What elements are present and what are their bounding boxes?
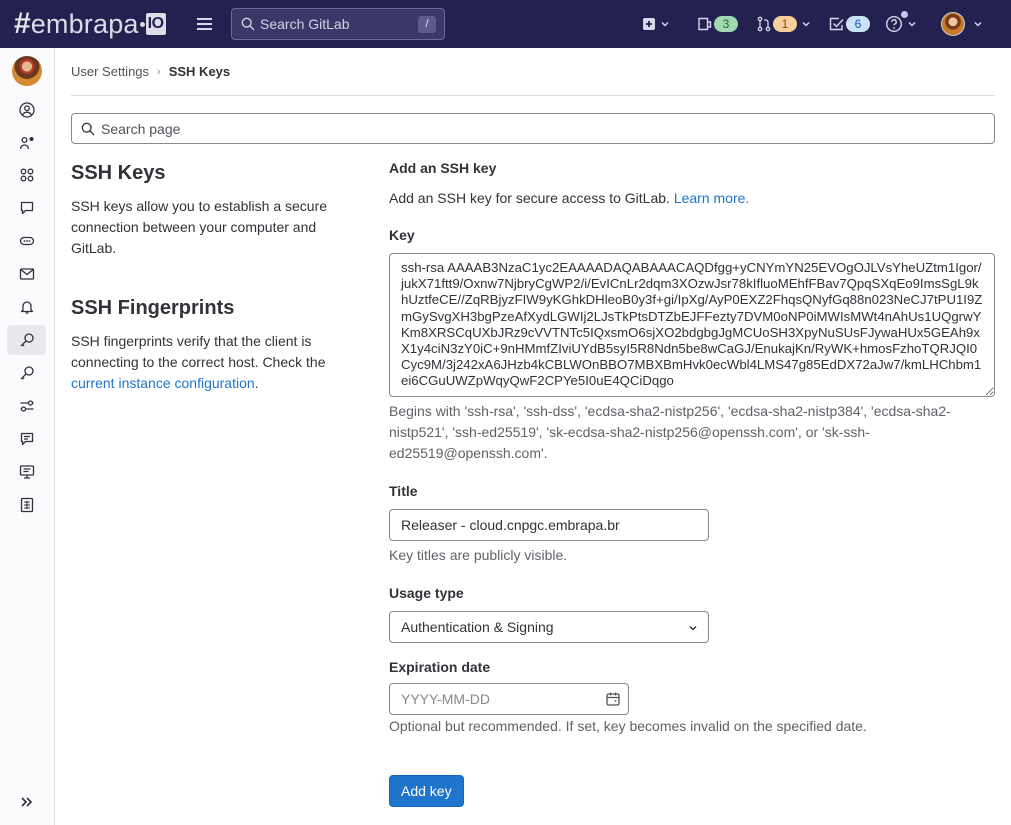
sidebar-item-profile[interactable] [7,95,46,125]
key-help-text: Begins with 'ssh-rsa', 'ssh-dss', 'ecdsa… [389,403,951,461]
sidebar-avatar[interactable] [12,56,42,86]
sidebar-item-authentication-log[interactable] [7,490,46,520]
settings-sidebar [0,48,55,825]
fingerprints-period: . [254,375,259,391]
brand-logo[interactable]: # embrapa IO [14,7,166,40]
ssh-keys-description: SSH keys allow you to establish a secure… [71,198,328,256]
create-new-button[interactable] [642,13,670,35]
token-icon [19,236,34,246]
top-navbar: # embrapa IO Search GitLab / 3 1 6 [0,0,1011,48]
global-search-input[interactable]: Search GitLab / [231,8,445,40]
logo-badge: IO [145,13,166,35]
issues-count-badge: 3 [714,16,738,32]
breadcrumb-user-settings[interactable]: User Settings [71,64,149,79]
user-settings-icon [19,136,33,150]
chevron-down-icon [802,22,810,27]
form-description: Add an SSH key for secure access to GitL… [389,188,749,208]
breadcrumb: User Settings › SSH Keys [71,64,230,79]
preferences-icon [20,400,33,412]
expiration-help-text: Optional but recommended. If set, key be… [389,718,867,734]
sidebar-item-applications[interactable] [7,160,46,190]
notification-dot [901,11,908,18]
learn-more-link[interactable]: Learn more. [674,190,749,206]
expiration-date-label: Expiration date [389,659,491,675]
chevron-down-icon [974,22,982,27]
todos-button[interactable]: 6 [829,13,870,35]
divider [71,95,995,96]
key-label: Key [389,227,415,243]
chevron-right-icon: › [157,65,161,78]
key-textarea[interactable] [389,253,995,397]
chevron-down-icon [661,22,669,27]
sidebar-item-notifications[interactable] [7,292,46,322]
sidebar-item-access-tokens[interactable] [7,226,46,256]
sidebar-item-emails[interactable] [7,259,46,289]
instance-configuration-link[interactable]: current instance configuration [71,375,255,391]
user-circle-icon [18,102,35,118]
search-icon [81,122,95,135]
fingerprints-description: SSH fingerprints verify that the client … [71,331,351,394]
fingerprints-section: SSH Fingerprints SSH fingerprints verify… [71,295,351,394]
sidebar-item-chat[interactable] [7,193,46,223]
mail-icon [19,268,34,280]
question-circle-icon [885,15,903,33]
intro-section: SSH Keys SSH keys allow you to establish… [71,160,351,391]
comment-icon [20,201,33,215]
todos-count-badge: 6 [846,16,870,32]
merge-request-icon [757,16,771,32]
logo-dot [139,21,145,27]
plus-square-icon [643,18,655,30]
user-menu-button[interactable] [941,12,983,36]
title-label: Title [389,483,418,499]
sidebar-item-comment-templates[interactable] [7,424,46,454]
usage-type-label: Usage type [389,585,464,601]
fingerprints-text: SSH fingerprints verify that the client … [71,333,326,370]
usage-type-select[interactable]: Authentication & Signing [389,611,709,643]
calendar-icon[interactable] [605,691,621,707]
key-icon [20,333,34,347]
form-heading: Add an SSH key [389,160,497,176]
expand-sidebar-icon[interactable] [18,793,36,811]
usage-type-value: Authentication & Signing [401,619,554,635]
breadcrumb-current[interactable]: SSH Keys [169,64,230,79]
monitor-icon [19,465,34,479]
comment-lines-icon [20,432,33,446]
title-input[interactable] [389,509,709,541]
expiration-date-input[interactable] [389,683,629,715]
search-placeholder: Search GitLab [260,16,350,32]
title-help-text: Key titles are publicly visible. [389,547,568,563]
todo-checkbox-icon [829,17,844,31]
sidebar-item-preferences[interactable] [7,391,46,421]
merge-requests-count-badge: 1 [773,16,797,32]
page-search-field[interactable] [71,113,995,144]
issues-button[interactable]: 3 [697,13,738,35]
sidebar-item-active-sessions[interactable] [7,457,46,487]
log-icon [20,497,33,513]
form-description-text: Add an SSH key for secure access to GitL… [389,190,674,206]
page-search-input[interactable] [101,120,981,137]
sidebar-item-ssh-keys[interactable] [7,325,46,355]
logo-word: embrapa [30,9,139,39]
merge-requests-button[interactable]: 1 [756,13,811,35]
help-button[interactable] [885,11,917,35]
sidebar-item-gpg-keys[interactable] [7,358,46,388]
sidebar-item-account[interactable] [7,128,46,158]
bell-icon [20,301,33,314]
key-icon [20,366,34,380]
hamburger-menu-icon[interactable] [195,15,215,33]
search-icon [241,17,255,31]
fingerprints-heading: SSH Fingerprints [71,297,235,319]
applications-icon [20,168,33,182]
logo-hash: # [14,7,31,40]
chevron-down-icon [908,22,916,27]
ssh-keys-heading: SSH Keys [71,162,166,184]
issues-icon [698,17,712,31]
search-shortcut-key: / [418,16,436,33]
user-avatar [941,12,965,36]
add-key-button[interactable]: Add key [389,775,464,807]
chevron-down-icon [689,626,697,631]
